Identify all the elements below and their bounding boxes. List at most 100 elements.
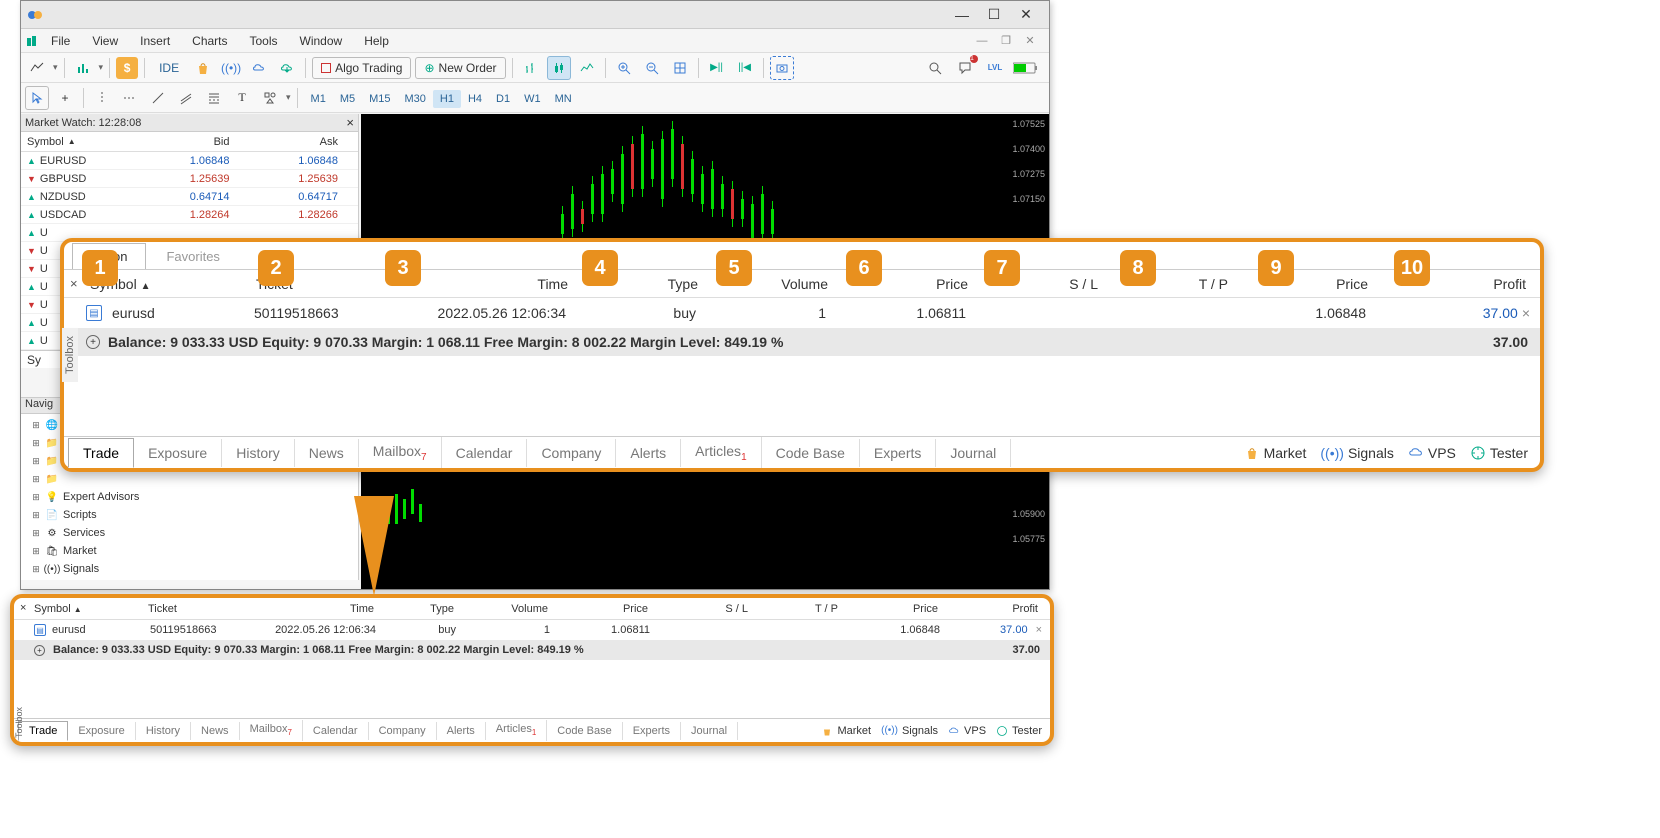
- mw-row[interactable]: ▲USDCAD1.282641.28266: [21, 206, 358, 224]
- row-close-icon[interactable]: ×: [1522, 305, 1530, 321]
- sc-toolbox-tab-mailbox[interactable]: Mailbox7: [240, 720, 303, 740]
- maximize-button[interactable]: ☐: [985, 6, 1003, 24]
- sc-toolbox-tab-alerts[interactable]: Alerts: [437, 722, 486, 740]
- nav-item[interactable]: ⊞⚙Services: [25, 524, 354, 542]
- tester-link[interactable]: Tester: [1470, 445, 1528, 461]
- minimize-button[interactable]: —: [953, 6, 971, 24]
- crosshair-icon[interactable]: +: [53, 86, 77, 110]
- callout-close-icon[interactable]: ×: [70, 276, 78, 291]
- sc-expand-icon[interactable]: +: [34, 645, 45, 656]
- sc-col-price2[interactable]: Price: [838, 603, 938, 615]
- sc-toolbox-tab-calendar[interactable]: Calendar: [303, 722, 369, 740]
- equidistant-icon[interactable]: [174, 86, 198, 110]
- toolbox-tab-articles[interactable]: Articles1: [681, 437, 761, 469]
- doc-minimize-icon[interactable]: —: [973, 32, 991, 50]
- objects-dropdown[interactable]: [258, 86, 282, 110]
- cursor-icon[interactable]: [25, 86, 49, 110]
- toolbox-tab-mailbox[interactable]: Mailbox7: [359, 437, 442, 469]
- algo-trading-button[interactable]: Algo Trading: [312, 57, 411, 79]
- menu-help[interactable]: Help: [354, 31, 399, 51]
- trendline-icon[interactable]: [146, 86, 170, 110]
- signals-link[interactable]: ((•))Signals: [1320, 445, 1393, 461]
- sc-col-profit[interactable]: Profit: [938, 603, 1050, 615]
- market-bag-icon[interactable]: [191, 56, 215, 80]
- mw-row[interactable]: ▲NZDUSD0.647140.64717: [21, 188, 358, 206]
- toolbox-tab-news[interactable]: News: [295, 439, 359, 467]
- shift-icon[interactable]: ||◀: [733, 56, 757, 80]
- market-link[interactable]: Market: [1244, 445, 1307, 461]
- sc-close-icon[interactable]: ×: [20, 602, 26, 614]
- new-order-button[interactable]: ⊕New Order: [415, 57, 505, 79]
- bar-chart-icon[interactable]: [519, 56, 543, 80]
- sc-col-sl[interactable]: S / L: [648, 603, 748, 615]
- sc-trade-row[interactable]: ▤ eurusd 50119518663 2022.05.26 12:06:34…: [14, 620, 1050, 640]
- tf-w1[interactable]: W1: [517, 90, 548, 108]
- vps-link[interactable]: VPS: [1408, 445, 1456, 461]
- close-button[interactable]: ✕: [1017, 6, 1035, 24]
- fibo-icon[interactable]: [202, 86, 226, 110]
- dollar-button[interactable]: $: [116, 57, 138, 79]
- nav-item[interactable]: ⊞((•))Signals: [25, 560, 354, 578]
- tf-mn[interactable]: MN: [548, 90, 579, 108]
- trade-row[interactable]: ▤ eurusd 50119518663 2022.05.26 12:06:34…: [64, 298, 1540, 328]
- tf-m1[interactable]: M1: [304, 90, 333, 108]
- sc-col-type[interactable]: Type: [374, 603, 454, 615]
- sc-toolbox-tab-news[interactable]: News: [191, 722, 240, 740]
- chat-icon[interactable]: 1: [953, 56, 977, 80]
- sc-row-close-icon[interactable]: ×: [1036, 624, 1042, 636]
- sc-col-symbol[interactable]: Symbol: [34, 603, 71, 615]
- signals-icon[interactable]: ((•)): [219, 56, 243, 80]
- sc-toolbox-tab-trade[interactable]: Trade: [18, 721, 68, 741]
- sc-vps-link[interactable]: VPS: [948, 725, 986, 737]
- mw-col-symbol[interactable]: Symbol: [27, 136, 64, 148]
- sc-col-volume[interactable]: Volume: [454, 603, 548, 615]
- tf-m15[interactable]: M15: [362, 90, 397, 108]
- menu-charts[interactable]: Charts: [182, 31, 237, 51]
- sc-toolbox-tab-exposure[interactable]: Exposure: [68, 722, 135, 740]
- tf-h4[interactable]: H4: [461, 90, 489, 108]
- level-icon[interactable]: LVL: [983, 56, 1007, 80]
- chart-bars-dropdown[interactable]: [71, 56, 95, 80]
- vline-icon[interactable]: [90, 86, 114, 110]
- zoom-in-icon[interactable]: [612, 56, 636, 80]
- nav-item[interactable]: ⊞💡Expert Advisors: [25, 488, 354, 506]
- cloud-download-icon[interactable]: [275, 56, 299, 80]
- toolbox-tab-exposure[interactable]: Exposure: [134, 439, 222, 467]
- sc-toolbox-tab-history[interactable]: History: [136, 722, 191, 740]
- toolbox-tab-trade[interactable]: Trade: [68, 438, 134, 468]
- tf-h1[interactable]: H1: [433, 90, 461, 108]
- sc-toolbox-tab-articles[interactable]: Articles1: [486, 720, 548, 740]
- sc-toolbox-tab-journal[interactable]: Journal: [681, 722, 738, 740]
- candle-chart-icon[interactable]: [547, 56, 571, 80]
- toolbox-tab-history[interactable]: History: [222, 439, 295, 467]
- toolbox-tab-code-base[interactable]: Code Base: [762, 439, 860, 467]
- sc-col-tp[interactable]: T / P: [748, 603, 838, 615]
- menu-insert[interactable]: Insert: [130, 31, 180, 51]
- text-icon[interactable]: T: [230, 86, 254, 110]
- nav-item[interactable]: ⊞📁: [25, 470, 354, 488]
- grid-icon[interactable]: [668, 56, 692, 80]
- nav-item[interactable]: ⊞📄Scripts: [25, 506, 354, 524]
- menu-file[interactable]: File: [41, 31, 80, 51]
- mw-col-ask[interactable]: Ask: [250, 136, 359, 148]
- toolbox-tab-journal[interactable]: Journal: [936, 439, 1011, 467]
- tf-d1[interactable]: D1: [489, 90, 517, 108]
- line-chart-icon[interactable]: [575, 56, 599, 80]
- sc-toolbox-tab-experts[interactable]: Experts: [623, 722, 681, 740]
- doc-restore-icon[interactable]: ❐: [997, 32, 1015, 50]
- cloud-icon[interactable]: [247, 56, 271, 80]
- sc-signals-link[interactable]: ((•)) Signals: [881, 725, 938, 737]
- mw-row[interactable]: ▲EURUSD1.068481.06848: [21, 152, 358, 170]
- scroll-icon[interactable]: ▶||: [705, 56, 729, 80]
- hline-icon[interactable]: [118, 86, 142, 110]
- menu-window[interactable]: Window: [290, 31, 353, 51]
- tf-m30[interactable]: M30: [398, 90, 433, 108]
- mw-row[interactable]: ▼GBPUSD1.256391.25639: [21, 170, 358, 188]
- sc-col-price[interactable]: Price: [548, 603, 648, 615]
- sc-toolbox-tab-code-base[interactable]: Code Base: [547, 722, 622, 740]
- sc-toolbox-tab-company[interactable]: Company: [369, 722, 437, 740]
- toolbox-tab-alerts[interactable]: Alerts: [616, 439, 681, 467]
- sc-col-ticket[interactable]: Ticket: [148, 603, 238, 615]
- ide-button[interactable]: IDE: [151, 58, 187, 78]
- sc-col-time[interactable]: Time: [238, 603, 374, 615]
